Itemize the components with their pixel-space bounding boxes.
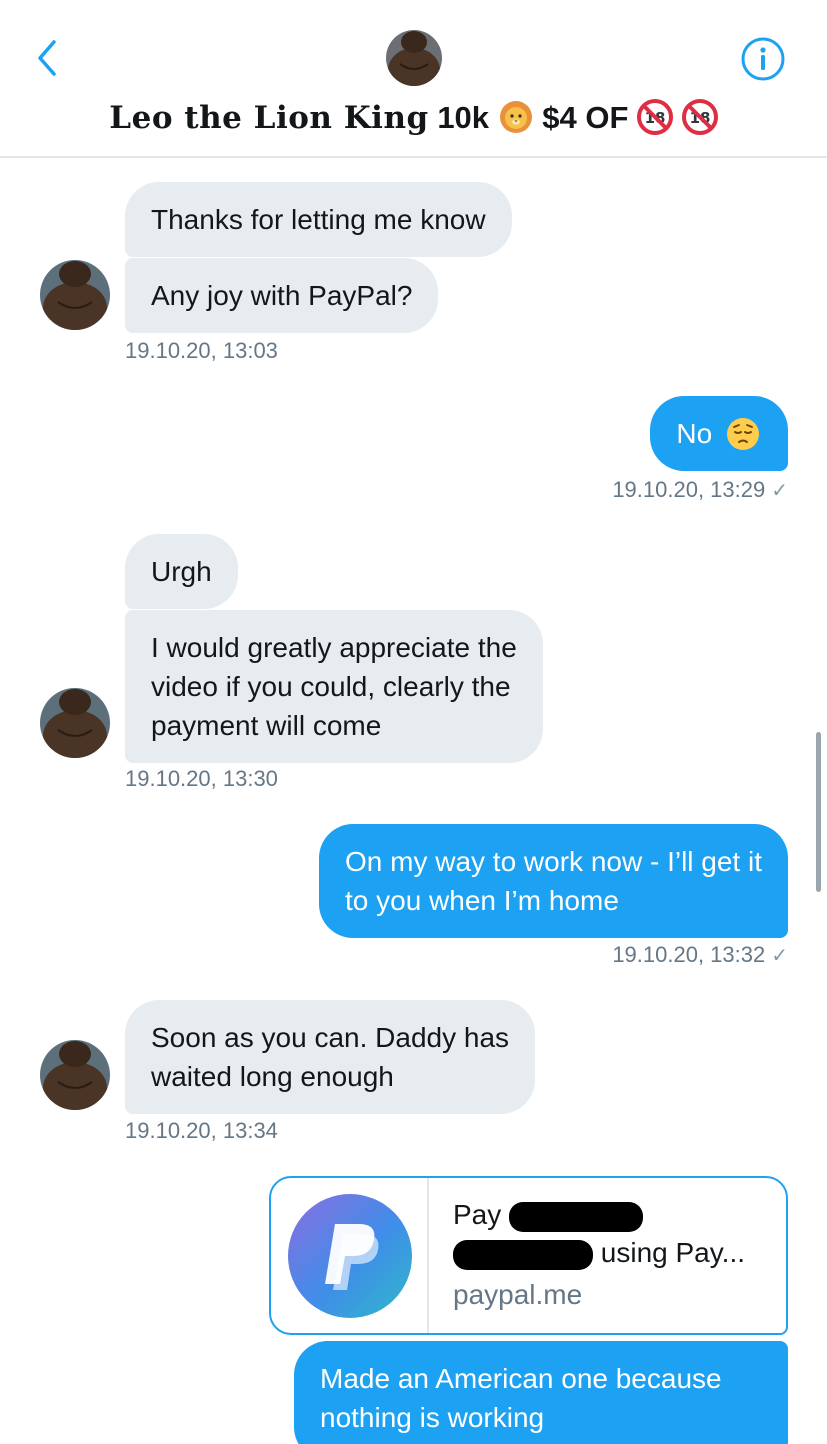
message-text-line: I would greatly appreciate the — [151, 632, 517, 663]
message-timestamp: 19.10.20, 13:34 — [125, 1118, 278, 1143]
timestamp-text: 19.10.20, 13:29 — [612, 477, 766, 502]
message-text: No — [676, 418, 713, 449]
conversation-header: 𝐋𝐞𝐨 𝐭𝐡𝐞 𝐋𝐢𝐨𝐧 𝐊𝐢𝐧𝐠 10k $4 OF 18 18 — [0, 0, 827, 158]
incoming-message[interactable]: Any joy with PayPal? — [125, 258, 439, 333]
sender-avatar[interactable] — [40, 260, 110, 330]
no-under-18-icon: 18 — [637, 98, 674, 135]
title-count: 10k — [437, 100, 490, 135]
message-text-line: nothing is working — [320, 1402, 545, 1433]
link-thumbnail — [271, 1178, 429, 1333]
link-domain: paypal.me — [453, 1279, 583, 1310]
message-text: Urgh — [151, 556, 212, 587]
header-avatar[interactable] — [386, 30, 442, 86]
link-title-line2: using Pay... — [453, 1234, 783, 1272]
sender-avatar[interactable] — [40, 688, 110, 758]
link-preview-card[interactable]: Pay using Pay... paypal.me — [269, 1176, 788, 1335]
message-timestamp: 19.10.20, 13:29 ✓ — [612, 477, 788, 503]
outgoing-message[interactable]: Made an American one because nothing is … — [294, 1341, 788, 1444]
conversation-title: 𝐋𝐞𝐨 𝐭𝐡𝐞 𝐋𝐢𝐨𝐧 𝐊𝐢𝐧𝐠 10k $4 OF 18 18 — [0, 98, 827, 136]
info-button[interactable] — [740, 36, 786, 82]
message-text-line: Soon as you can. Daddy has — [151, 1022, 510, 1053]
read-check-icon: ✓ — [771, 945, 788, 967]
paypal-logo-icon — [288, 1194, 412, 1318]
scrollbar[interactable] — [816, 732, 821, 892]
incoming-message[interactable]: Thanks for letting me know — [125, 182, 512, 257]
message-timestamp: 19.10.20, 13:30 — [125, 766, 278, 791]
redaction-mark — [453, 1239, 593, 1270]
incoming-message[interactable]: I would greatly appreciate the video if … — [125, 610, 543, 763]
message-text-line: to you when I’m home — [344, 885, 619, 916]
link-title-prefix: Pay — [453, 1199, 502, 1230]
title-name: 𝐋𝐞𝐨 𝐭𝐡𝐞 𝐋𝐢𝐨𝐧 𝐊𝐢𝐧𝐠 — [109, 100, 429, 136]
message-text-line: Made an American one because — [320, 1363, 722, 1394]
message-text: Thanks for letting me know — [151, 204, 486, 235]
info-icon — [741, 37, 785, 81]
read-check-icon: ✓ — [771, 480, 788, 502]
chevron-left-icon — [38, 40, 56, 76]
timestamp-text: 19.10.20, 13:32 — [612, 942, 766, 967]
sender-avatar[interactable] — [40, 1040, 110, 1110]
title-price: $4 OF — [542, 100, 629, 135]
link-title: Pay — [453, 1196, 783, 1234]
message-text-line: waited long enough — [151, 1061, 394, 1092]
no-under-18-icon: 18 — [681, 98, 718, 135]
outgoing-message[interactable]: No — [650, 396, 788, 471]
link-text: Pay using Pay... paypal.me — [453, 1196, 783, 1314]
message-timestamp: 19.10.20, 13:32 ✓ — [612, 942, 788, 968]
pensive-face-icon — [727, 417, 759, 450]
link-title-suffix: using Pay... — [600, 1237, 746, 1268]
back-button[interactable] — [30, 36, 66, 80]
message-text-line: On my way to work now - I’ll get it — [344, 846, 762, 877]
message-text-line: video if you could, clearly the — [151, 671, 511, 702]
lion-face-icon — [499, 100, 532, 133]
incoming-message[interactable]: Soon as you can. Daddy has waited long e… — [125, 1000, 536, 1114]
outgoing-message[interactable]: On my way to work now - I’ll get it to y… — [318, 824, 788, 938]
incoming-message[interactable]: Urgh — [125, 534, 238, 609]
message-timestamp: 19.10.20, 13:03 — [125, 338, 278, 363]
redaction-mark — [509, 1201, 644, 1232]
message-text: Any joy with PayPal? — [151, 280, 413, 311]
message-text-line: payment will come — [151, 710, 382, 741]
